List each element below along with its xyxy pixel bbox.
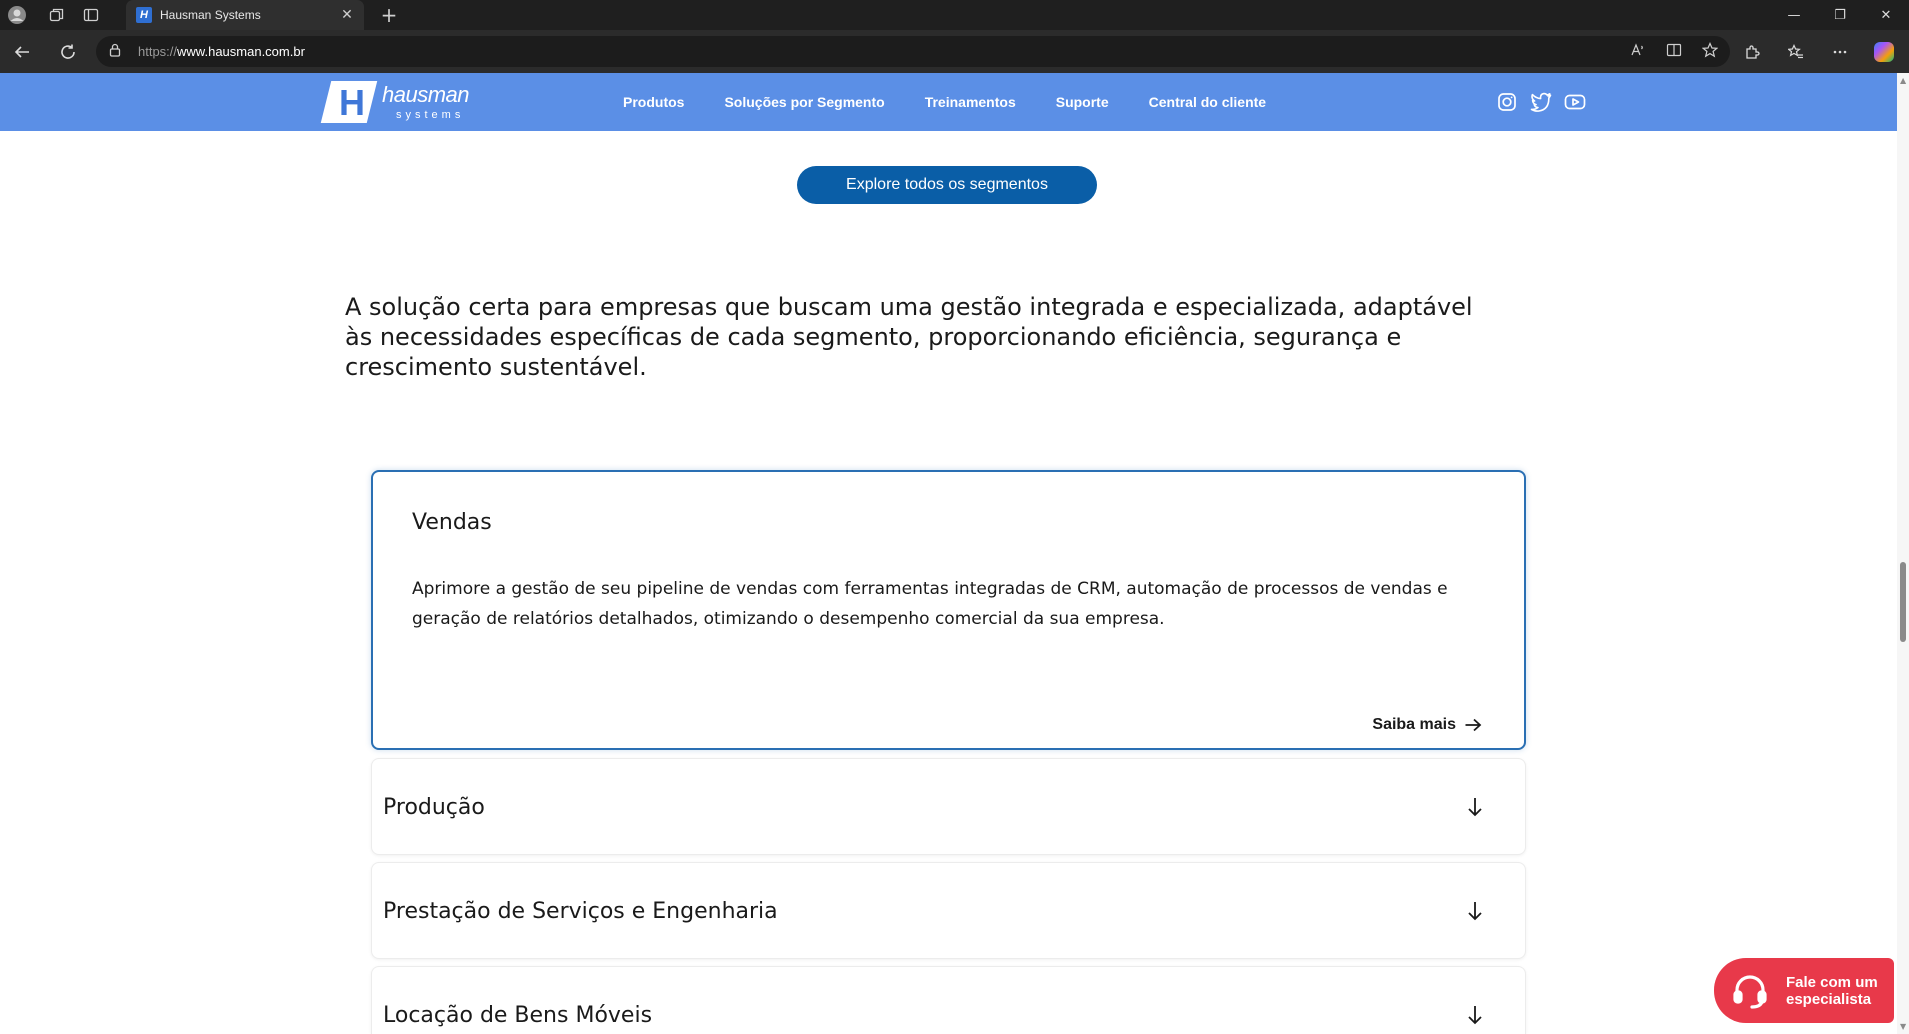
headset-icon — [1728, 969, 1772, 1013]
address-bar[interactable]: https://www.hausman.com.br — [96, 36, 1730, 67]
accordion-title: Produção — [383, 795, 485, 820]
workspaces-icon[interactable] — [42, 0, 72, 30]
accordion-item-producao[interactable]: Produção — [371, 758, 1526, 855]
scroll-down-icon[interactable]: ▼ — [1900, 1022, 1906, 1031]
new-tab-button[interactable]: + — [374, 0, 404, 30]
window-controls: — ❐ ✕ — [1771, 0, 1909, 30]
logo-name: hausman — [382, 81, 470, 107]
active-tab[interactable]: H Hausman Systems ✕ — [126, 0, 364, 30]
arrow-down-icon — [1468, 902, 1482, 921]
refresh-icon[interactable] — [48, 30, 88, 73]
explore-segments-button[interactable]: Explore todos os segmentos — [797, 166, 1097, 204]
logo-mark-letter: H — [339, 82, 365, 123]
tab-close-icon[interactable]: ✕ — [338, 7, 356, 23]
read-aloud-icon[interactable] — [1630, 42, 1646, 62]
saiba-mais-link[interactable]: Saiba mais — [1372, 716, 1482, 734]
scroll-up-icon[interactable]: ▲ — [1900, 76, 1906, 85]
accordion-title: Prestação de Serviços e Engenharia — [383, 899, 778, 924]
site-header: H hausman systems Produtos Soluções por … — [0, 73, 1897, 131]
url-host: www.hausman.com.br — [177, 44, 305, 59]
logo-tagline: systems — [396, 108, 465, 121]
youtube-icon[interactable] — [1564, 91, 1586, 113]
logo-mark-icon: H — [318, 79, 378, 123]
accordion-item-prestacao-servicos[interactable]: Prestação de Serviços e Engenharia — [371, 862, 1526, 959]
logo-wordmark: hausman systems — [382, 81, 470, 121]
profile-icon[interactable] — [2, 0, 32, 30]
close-window-button[interactable]: ✕ — [1863, 0, 1909, 30]
extensions-icon[interactable] — [1735, 44, 1769, 60]
saiba-mais-label: Saiba mais — [1372, 716, 1456, 733]
favorites-list-icon[interactable] — [1779, 43, 1813, 60]
url-scheme: https:// — [138, 44, 178, 59]
fale-com-especialista-button[interactable]: Fale com um especialista — [1714, 958, 1894, 1023]
nav-produtos[interactable]: Produtos — [623, 94, 684, 110]
back-icon[interactable] — [2, 30, 42, 73]
vertical-tabs-icon[interactable] — [76, 0, 106, 30]
cta-line-2: especialista — [1786, 990, 1872, 1008]
tab-title: Hausman Systems — [160, 8, 261, 22]
nav-central-do-cliente[interactable]: Central do cliente — [1149, 94, 1266, 110]
more-options-icon[interactable] — [1823, 44, 1857, 60]
cta-label: Fale com um especialista — [1786, 974, 1878, 1008]
accordion-description: Aprimore a gestão de seu pipeline de ven… — [412, 579, 1448, 629]
copilot-icon[interactable] — [1867, 41, 1901, 62]
page-scrollbar[interactable]: ▲ ▼ — [1897, 73, 1909, 1034]
accordion-item-vendas[interactable]: Vendas Aprimore a gestão de seu pipeline… — [371, 470, 1526, 750]
browser-tab-bar: H Hausman Systems ✕ + — ❐ ✕ — [0, 0, 1909, 30]
hausman-logo[interactable]: H hausman systems — [318, 79, 470, 123]
arrow-down-icon — [1468, 798, 1482, 817]
omnibox-actions — [1630, 41, 1719, 62]
lock-icon[interactable] — [108, 43, 130, 60]
accordion-title: Vendas — [412, 510, 492, 535]
minimize-button[interactable]: — — [1771, 0, 1817, 30]
arrow-right-icon — [1465, 718, 1482, 732]
accordion-title: Locação de Bens Móveis — [383, 1003, 653, 1028]
main-nav: Produtos Soluções por Segmento Treinamen… — [623, 73, 1306, 131]
hausman-favicon-icon: H — [136, 7, 152, 23]
cta-line-1: Fale com um — [1786, 973, 1878, 991]
restore-button[interactable]: ❐ — [1817, 0, 1863, 30]
social-links — [1496, 91, 1586, 113]
intro-text: A solução certa para empresas que buscam… — [345, 293, 1473, 381]
arrow-down-icon — [1468, 1006, 1482, 1025]
nav-treinamentos[interactable]: Treinamentos — [925, 94, 1016, 110]
immersive-reader-icon[interactable] — [1666, 42, 1682, 62]
accordion-item-locacao-bens[interactable]: Locação de Bens Móveis — [371, 966, 1526, 1034]
url-text: https://www.hausman.com.br — [138, 44, 305, 59]
twitter-icon[interactable] — [1530, 91, 1552, 113]
browser-toolbar-right — [1735, 30, 1901, 73]
instagram-icon[interactable] — [1496, 91, 1518, 113]
favorite-star-icon[interactable] — [1701, 41, 1719, 62]
nav-suporte[interactable]: Suporte — [1056, 94, 1109, 110]
browser-nav-bar: https://www.hausman.com.br — [0, 30, 1909, 73]
scrollbar-thumb[interactable] — [1900, 562, 1906, 642]
nav-solucoes-por-segmento[interactable]: Soluções por Segmento — [724, 94, 884, 110]
